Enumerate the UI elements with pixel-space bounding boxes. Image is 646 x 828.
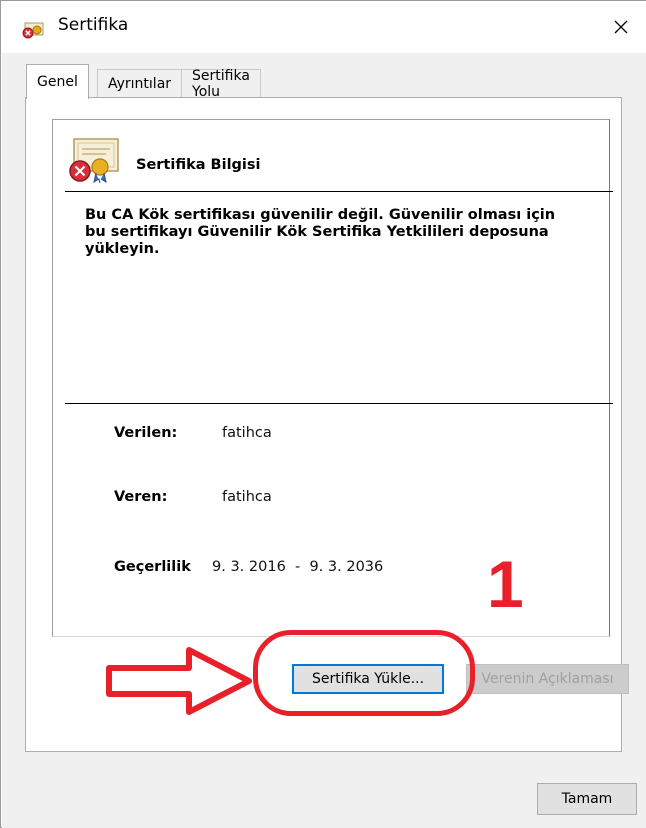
certificate-info-box: Sertifika Bilgisi Bu CA Kök sertifikası … <box>52 119 613 637</box>
tab-general[interactable]: Genel <box>26 64 89 99</box>
ok-label: Tamam <box>561 791 613 807</box>
certificate-icon <box>22 22 44 39</box>
close-icon <box>614 20 628 34</box>
tab-details-label: Ayrıntılar <box>108 76 172 92</box>
issued-to-value: fatihca <box>222 425 272 441</box>
window-title: Sertifika <box>58 15 129 35</box>
issued-by-label: Veren: <box>114 489 168 505</box>
validity-label: Geçerlilik <box>114 559 191 575</box>
issuer-statement-label: Verenin Açıklaması <box>481 671 614 687</box>
certificate-dialog: Sertifika Genel Ayrıntılar Sertifika Yol… <box>0 0 646 828</box>
annotation-step-number: 1 <box>487 547 524 621</box>
install-certificate-label: Sertifika Yükle... <box>311 671 425 687</box>
validity-value: 9. 3. 2016 - 9. 3. 2036 <box>212 559 384 575</box>
trust-warning-text: Bu CA Kök sertifikası güvenilir değil. G… <box>85 207 556 257</box>
tab-general-label: Genel <box>37 74 78 90</box>
general-tab-page: Sertifika Bilgisi Bu CA Kök sertifikası … <box>25 97 629 752</box>
info-heading: Sertifika Bilgisi <box>136 157 261 173</box>
title-bar[interactable]: Sertifika <box>1 1 646 53</box>
certificate-error-icon <box>69 138 119 183</box>
tab-certification-path[interactable]: Sertifika Yolu <box>181 68 261 100</box>
issuer-statement-button[interactable]: Verenin Açıklaması <box>466 664 629 694</box>
tab-certification-path-label: Sertifika Yolu <box>192 68 250 100</box>
dialog-body: Genel Ayrıntılar Sertifika Yolu Sertifik… <box>2 53 646 828</box>
issued-by-value: fatihca <box>222 489 272 505</box>
close-button[interactable] <box>595 1 646 53</box>
install-certificate-button[interactable]: Sertifika Yükle... <box>292 664 444 694</box>
tab-details[interactable]: Ayrıntılar <box>97 69 183 98</box>
ok-button[interactable]: Tamam <box>537 783 637 815</box>
heading-divider <box>65 191 613 192</box>
details-divider <box>65 403 613 404</box>
issued-to-label: Verilen: <box>114 425 178 441</box>
